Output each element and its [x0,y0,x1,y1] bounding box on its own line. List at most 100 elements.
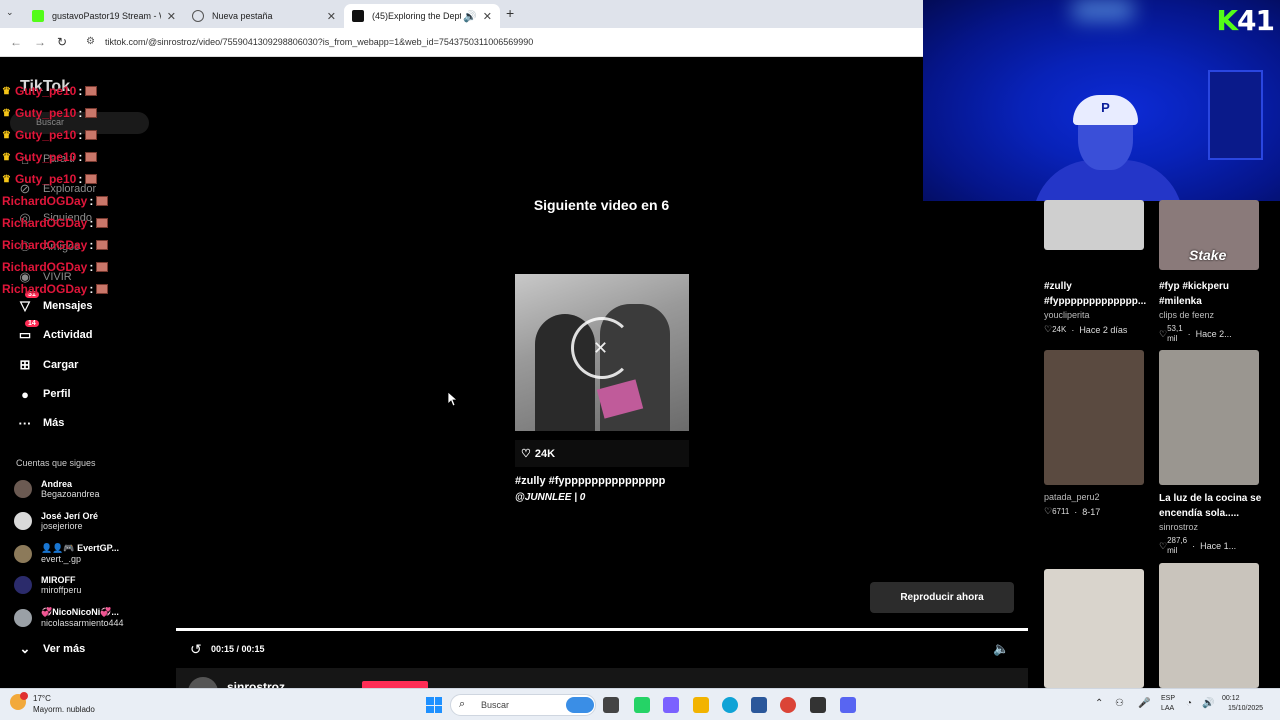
related-video-author[interactable]: clips de feenz [1159,310,1214,320]
related-video-caption[interactable]: La luz de la cocina se encendía sola....… [1159,491,1261,521]
following-account[interactable]: 👤👤🎮 EvertGP... evert._.gp [14,543,119,564]
video-progress-bar[interactable] [176,628,1028,631]
site-info-icon[interactable]: ⚙ [86,36,95,47]
chat-message: ♛ Guty_pe10: [2,172,98,186]
author-bar [176,668,1028,688]
following-account[interactable]: José Jerí Oré josejeriore [14,511,98,531]
file-explorer-icon[interactable] [693,697,709,713]
emote-icon [96,240,109,250]
url-input[interactable]: tiktok.com/@sinrostroz/video/75590413092… [105,37,533,47]
logo-k: K [1216,4,1238,37]
volume-icon[interactable]: 🔈 [993,641,1009,657]
separator-dot: · [1187,541,1201,551]
speaker-icon[interactable]: 🔊 [463,10,477,23]
webcam-overlay: P K41 [923,0,1280,201]
sidebar-item-cargar[interactable]: ⊞ Cargar [16,356,79,374]
account-name: José Jerí Oré [41,511,99,521]
widgets-icon[interactable] [566,697,594,713]
copilot-icon[interactable] [663,697,679,713]
related-video-thumbnail[interactable] [1044,200,1144,250]
forward-icon[interactable]: → [34,35,46,49]
related-video-thumbnail[interactable]: Stake [1159,200,1259,270]
chat-separator: : [78,106,83,120]
replay-icon[interactable]: ↺ [190,641,202,658]
account-name: 👤👤🎮 EvertGP... [41,543,119,553]
profile-icon: ● [21,386,29,402]
weather-temperature: 17°C [33,694,51,703]
account-handle: Begazoandrea [41,489,100,499]
crown-icon: ♛ [2,85,11,97]
microphone-icon[interactable]: 🎤 [1138,698,1150,709]
chat-message: RichardOGDay: [2,282,109,296]
heart-icon: ♡ [1159,328,1168,339]
keyboard-layout[interactable]: LAA [1161,705,1174,712]
related-video-caption[interactable]: #fyp #kickperu #milenka [1159,279,1229,309]
chrome-icon[interactable] [780,697,796,713]
edge-icon[interactable] [722,697,738,713]
related-video-meta: ♡ 6711 · 8-17 [1044,506,1100,517]
see-more-button[interactable]: ⌄ Ver más [16,640,86,658]
store-icon[interactable] [751,697,767,713]
browser-tab-bar: ⌄ gustavoPastor19 Stream - Watc ✕ Nueva … [0,0,923,28]
clock-time[interactable]: 00:12 [1222,695,1240,702]
sidebar-item-mensajes[interactable]: ▽ 31 Mensajes [16,291,93,315]
heart-icon: ♡ [521,448,531,460]
whatsapp-icon[interactable] [634,697,650,713]
language-code[interactable]: ESP [1161,695,1175,702]
chat-username: Guty_pe10 [14,172,77,186]
windows-start-icon[interactable] [426,697,442,713]
emote-icon [85,152,98,162]
play-now-button[interactable]: Reproducir ahora [870,582,1014,613]
back-icon[interactable]: ← [10,35,22,49]
related-video-thumbnail[interactable] [1159,563,1259,688]
sidebar-item-actividad[interactable]: ▭ 14 Actividad [16,320,93,344]
post-date: Hace 1... [1200,541,1237,551]
following-account[interactable]: 💞NicoNicoNi💞... nicolassarmiento444 [14,607,124,628]
new-tab-button[interactable]: + [506,5,514,21]
likes-count: 24K [1052,324,1067,334]
chevron-down-icon[interactable]: ⌄ [6,7,14,18]
tab-kick-stream[interactable]: gustavoPastor19 Stream - Watc ✕ [24,4,184,28]
likes-count: 53,1 mil [1167,324,1183,343]
see-more-label: Ver más [43,643,86,655]
related-video-thumbnail[interactable] [1044,569,1144,688]
chat-separator: : [89,260,94,274]
related-video-caption[interactable]: #zully #fyppppppppppppp... [1044,279,1146,309]
clock-date[interactable]: 15/10/2025 [1228,705,1263,712]
chevron-up-icon[interactable]: ⌃ [1095,698,1103,709]
reload-icon[interactable]: ↻ [57,35,67,49]
following-account[interactable]: Andrea Begazoandrea [14,479,100,499]
address-bar: ← → ↻ ⚙ tiktok.com/@sinrostroz/video/755… [0,28,923,57]
related-video-thumbnail[interactable] [1159,350,1259,485]
related-video-author[interactable]: youcliperita [1044,310,1090,320]
tab-new-tab[interactable]: Nueva pestaña ✕ [184,4,344,28]
speaker-icon[interactable]: 🔊 [1202,698,1214,709]
cancel-icon[interactable]: ✕ [593,338,608,359]
account-text: José Jerí Oré josejeriore [41,511,98,531]
channel-logo: K41 [1216,4,1275,37]
related-video-author[interactable]: sinrostroz [1159,522,1198,532]
next-video-thumbnail[interactable]: ✕ [515,274,689,431]
related-video-meta: ♡ 24K · Hace 2 días [1044,324,1127,335]
related-video-thumbnail[interactable] [1044,350,1144,485]
tab-tiktok[interactable]: (45)Exploring the Depths of 🔊 ✕ [344,4,500,28]
close-icon[interactable]: ✕ [327,10,336,23]
related-video-author[interactable]: patada_peru2 [1044,492,1100,502]
sidebar-item-más[interactable]: ··· Más [16,414,65,432]
search-icon: ⌕ [459,698,466,710]
account-name: 💞NicoNicoNi💞... [41,607,119,617]
chat-separator: : [89,238,94,252]
account-name: MIROFF [41,575,76,585]
network-icon[interactable]: ⚇ [1115,698,1124,709]
emote-icon [96,262,109,272]
wifi-icon[interactable]: ◔ [1186,698,1192,709]
close-icon[interactable]: ✕ [483,10,492,23]
obs-icon[interactable] [810,697,826,713]
discord-icon[interactable] [840,697,856,713]
close-icon[interactable]: ✕ [167,10,176,23]
sidebar-item-perfil[interactable]: ● Perfil [16,385,70,403]
chat-username: RichardOGDay [2,238,88,252]
following-account[interactable]: MIROFF miroffperu [14,575,81,595]
weather-description: Mayorm. nublado [33,705,95,714]
files-icon[interactable] [603,697,619,713]
